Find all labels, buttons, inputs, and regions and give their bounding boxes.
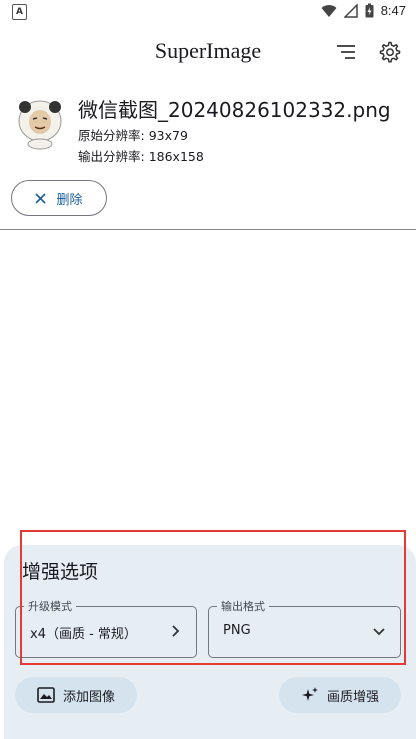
- sort-menu-button[interactable]: [332, 38, 360, 66]
- gear-icon: [379, 41, 401, 63]
- settings-button[interactable]: [375, 38, 403, 66]
- output-format-value: PNG: [223, 623, 251, 638]
- add-image-label: 添加图像: [62, 689, 115, 705]
- clock: 8:47: [380, 3, 406, 18]
- file-name: 微信截图_20240826102332.png: [78, 98, 391, 122]
- add-image-button[interactable]: 添加图像: [15, 677, 137, 713]
- enhance-button[interactable]: 画质增强: [279, 677, 401, 713]
- output-format-select[interactable]: 输出格式 PNG: [208, 598, 401, 658]
- wifi-icon: [321, 4, 337, 17]
- divider: [0, 229, 416, 230]
- upscale-mode-value: x4（画质 - 常规）: [30, 627, 137, 642]
- enhance-label: 画质增强: [326, 689, 379, 705]
- original-resolution-label: 原始分辨率:: [78, 128, 145, 143]
- options-title: 增强选项: [22, 561, 99, 583]
- output-resolution-label: 输出分辨率:: [78, 149, 145, 164]
- upscale-mode-select[interactable]: 升级模式 x4（画质 - 常规）: [15, 598, 197, 658]
- image-thumbnail: [18, 100, 62, 150]
- signal-icon: [343, 3, 358, 18]
- sparkle-icon: [301, 687, 318, 701]
- chevron-right-icon: [172, 625, 180, 637]
- app-notification-icon: A: [12, 4, 27, 20]
- delete-button[interactable]: 删除: [11, 180, 107, 216]
- battery-icon: [365, 3, 374, 18]
- image-icon: [37, 687, 55, 703]
- chevron-down-icon: [373, 628, 385, 636]
- status-bar: A 8:47: [0, 0, 416, 24]
- delete-label: 删除: [56, 192, 83, 208]
- original-resolution-row: 原始分辨率: 93x79: [78, 125, 188, 144]
- status-icons: 8:47: [321, 3, 406, 18]
- output-format-label: 输出格式: [217, 598, 269, 614]
- output-resolution-row: 输出分辨率: 186x158: [78, 146, 204, 165]
- file-card: 微信截图_20240826102332.png 原始分辨率: 93x79 输出分…: [0, 90, 416, 230]
- close-icon: [35, 192, 47, 204]
- output-resolution-value: 186x158: [148, 149, 204, 164]
- upscale-mode-label: 升级模式: [24, 598, 76, 614]
- original-resolution-value: 93x79: [148, 128, 188, 143]
- sort-lines-icon: [337, 45, 355, 59]
